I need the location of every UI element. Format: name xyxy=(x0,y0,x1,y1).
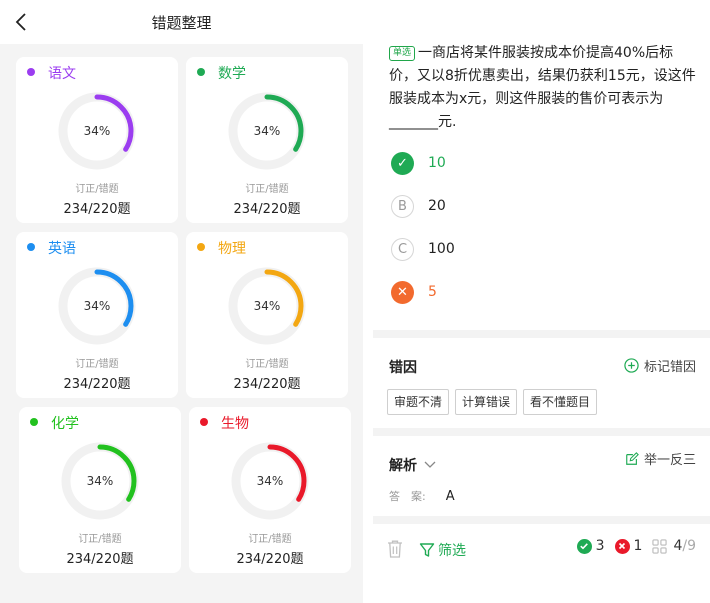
progress-percent: 34% xyxy=(83,299,111,313)
error-cause-title: 错因 xyxy=(389,360,417,376)
cross-circle-icon: ✕ xyxy=(391,280,414,304)
cross-circle-icon xyxy=(614,538,630,554)
progress-percent: 34% xyxy=(83,124,111,138)
edit-icon xyxy=(626,451,639,465)
corrected-wrong-label: 订正/错题 xyxy=(78,534,122,545)
correct-count: 3 xyxy=(595,538,605,554)
analysis-toggle[interactable]: 解析 xyxy=(389,455,437,475)
corrected-wrong-value: 234/220题 xyxy=(63,377,131,392)
answer-value: A xyxy=(445,488,455,504)
corrected-wrong-label: 订正/错题 xyxy=(245,359,289,370)
subject-card[interactable]: 化学 34% 订正/错题 234/220题 xyxy=(19,407,181,573)
progress-percent: 34% xyxy=(86,474,114,488)
corrected-wrong-value: 234/220题 xyxy=(233,202,301,217)
error-cause-tags: 审题不清 计算错误 看不懂题目 xyxy=(387,389,603,415)
wrong-count: 1 xyxy=(633,538,643,554)
error-cause-tag[interactable]: 计算错误 xyxy=(455,389,518,415)
option-4[interactable]: ✕ 5 xyxy=(391,280,671,304)
subject-dot xyxy=(200,418,208,426)
option-letter: C xyxy=(391,237,414,261)
subject-name: 数学 xyxy=(218,66,246,82)
subject-card[interactable]: 语文 34% 订正/错题 234/220题 xyxy=(16,57,178,223)
subject-dot xyxy=(197,243,205,251)
option-text: 10 xyxy=(428,155,446,171)
filter-icon xyxy=(419,543,435,557)
corrected-wrong-value: 234/220题 xyxy=(233,377,301,392)
mark-error-cause-label: 标记错因 xyxy=(643,360,696,375)
check-circle-icon: ✓ xyxy=(391,151,414,175)
progress-percent: 34% xyxy=(256,474,284,488)
option-text: 20 xyxy=(428,198,446,214)
corrected-wrong-label: 订正/错题 xyxy=(75,359,119,370)
divider xyxy=(373,428,710,436)
subject-card[interactable]: 英语 34% 订正/错题 234/220题 xyxy=(16,232,178,398)
progress-total: /9 xyxy=(682,538,696,554)
divider xyxy=(373,330,710,338)
error-cause-tag[interactable]: 看不懂题目 xyxy=(523,389,598,415)
subject-dot xyxy=(30,418,38,426)
error-cause-tag[interactable]: 审题不清 xyxy=(387,389,450,415)
option-text: 100 xyxy=(428,241,455,257)
progress-percent: 34% xyxy=(253,124,281,138)
trash-icon[interactable] xyxy=(387,540,403,558)
plus-circle-icon xyxy=(624,358,639,373)
question-type-badge: 单选 xyxy=(389,46,416,61)
corrected-wrong-value: 234/220题 xyxy=(63,202,131,217)
option-2[interactable]: B 20 xyxy=(391,194,671,218)
grid-icon[interactable] xyxy=(652,538,668,554)
option-letter: B xyxy=(391,194,414,218)
draw-inferences-button[interactable]: 举一反三 xyxy=(625,449,696,468)
subject-name: 化学 xyxy=(51,416,79,432)
check-circle-icon xyxy=(576,538,592,554)
chevron-down-icon xyxy=(424,461,436,468)
progress-percent: 34% xyxy=(253,299,281,313)
option-3[interactable]: C 100 xyxy=(391,237,671,261)
nav-bar: 错题整理 xyxy=(0,0,363,44)
filter-button[interactable]: 筛选 xyxy=(419,540,466,560)
right-panel: 单选 一商店将某件服装按成本价提高40%后标价，又以8折优惠卖出，结果仍获利15元… xyxy=(363,0,710,603)
subject-name: 生物 xyxy=(221,416,249,432)
subject-name: 语文 xyxy=(48,66,76,82)
corrected-wrong-label: 订正/错题 xyxy=(245,184,289,195)
back-arrow-icon[interactable] xyxy=(10,10,34,34)
answer-stats: 3 1 4/9 xyxy=(576,538,696,554)
left-panel: 错题整理 语文 34% 订正/错题 234/220题 数学 34% 订正/错题 234/2… xyxy=(0,0,363,603)
draw-inferences-label: 举一反三 xyxy=(643,453,696,468)
page-title: 错题整理 xyxy=(151,13,212,32)
option-1[interactable]: ✓ 10 xyxy=(391,151,671,175)
corrected-wrong-value: 234/220题 xyxy=(236,552,304,567)
corrected-wrong-label: 订正/错题 xyxy=(248,534,292,545)
subject-name: 物理 xyxy=(218,241,246,257)
corrected-wrong-label: 订正/错题 xyxy=(75,184,119,195)
analysis-title: 解析 xyxy=(389,458,417,474)
progress-current: 4 xyxy=(673,538,683,554)
option-text: 5 xyxy=(428,284,437,300)
question-text: 一商店将某件服装按成本价提高40%后标价，又以8折优惠卖出，结果仍获利15元，设… xyxy=(389,45,696,130)
subject-card[interactable]: 生物 34% 订正/错题 234/220题 xyxy=(189,407,351,573)
corrected-wrong-value: 234/220题 xyxy=(66,552,134,567)
subject-card[interactable]: 数学 34% 订正/错题 234/220题 xyxy=(186,57,348,223)
answer-label: 答 案: xyxy=(389,490,426,503)
subject-name: 英语 xyxy=(48,241,76,257)
answer-row: 答 案: A xyxy=(389,488,455,504)
subject-dot xyxy=(27,68,35,76)
filter-label: 筛选 xyxy=(438,543,466,559)
subject-card[interactable]: 物理 34% 订正/错题 234/220题 xyxy=(186,232,348,398)
subject-dot xyxy=(197,68,205,76)
divider xyxy=(373,516,710,524)
mark-error-cause-button[interactable]: 标记错因 xyxy=(624,356,696,375)
question-stem: 单选 一商店将某件服装按成本价提高40%后标价，又以8折优惠卖出，结果仍获利15元… xyxy=(389,42,699,134)
subject-dot xyxy=(27,243,35,251)
